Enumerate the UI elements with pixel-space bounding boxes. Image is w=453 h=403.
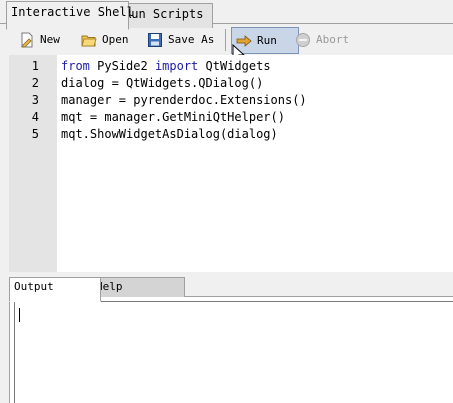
script-editor[interactable]: 1 2 3 4 5 from PySide2 import QtWidgets … <box>9 55 453 272</box>
run-button-label: Run <box>257 34 277 47</box>
tab-label: Interactive Shell <box>11 5 134 19</box>
tab-interactive-shell[interactable]: Interactive Shell <box>6 1 134 30</box>
line-number: 2 <box>31 76 39 90</box>
output-textbox[interactable] <box>14 301 453 403</box>
tab-output[interactable]: Output <box>9 277 101 302</box>
abort-button[interactable]: Abort <box>291 27 353 52</box>
bottom-tab-bar: Output Help <box>9 277 453 302</box>
script-toolbar: New Open Save As Run Abort <box>9 27 453 54</box>
toolbar-separator <box>225 29 226 51</box>
new-file-icon <box>19 32 35 48</box>
open-button-label: Open <box>102 33 129 46</box>
line-number: 4 <box>31 110 39 124</box>
line-number: 1 <box>31 59 39 73</box>
open-folder-icon <box>81 32 97 48</box>
line-number: 5 <box>31 127 39 141</box>
code-line: mqt = manager.GetMiniQtHelper() <box>61 110 285 124</box>
keyword-token: import <box>154 59 199 73</box>
abort-button-label: Abort <box>316 33 350 46</box>
code-line: mqt.ShowWidgetAsDialog(dialog) <box>61 127 278 141</box>
code-token: PySide2 <box>89 59 155 73</box>
keyword-token: from <box>61 59 90 73</box>
tab-label: Run Scripts <box>124 7 204 21</box>
top-tab-bar: Interactive Shell Run Scripts <box>0 0 453 30</box>
line-number: 3 <box>31 93 39 107</box>
code-token: QtWidgets <box>198 59 271 73</box>
code-line: dialog = QtWidgets.QDialog() <box>61 76 264 90</box>
save-disk-icon <box>147 32 163 48</box>
new-button-label: New <box>40 33 60 46</box>
tab-label: Output <box>14 280 54 293</box>
new-button[interactable]: New <box>15 27 64 52</box>
text-caret <box>19 308 20 322</box>
line-number-gutter: 1 2 3 4 5 <box>9 55 57 272</box>
save-as-button[interactable]: Save As <box>143 27 218 52</box>
output-pane <box>9 297 453 403</box>
code-line: manager = pyrenderdoc.Extensions() <box>61 93 307 107</box>
abort-icon <box>295 32 311 48</box>
save-as-button-label: Save As <box>168 33 215 46</box>
open-button[interactable]: Open <box>77 27 133 52</box>
code-line: from PySide2 import QtWidgets <box>61 59 271 73</box>
